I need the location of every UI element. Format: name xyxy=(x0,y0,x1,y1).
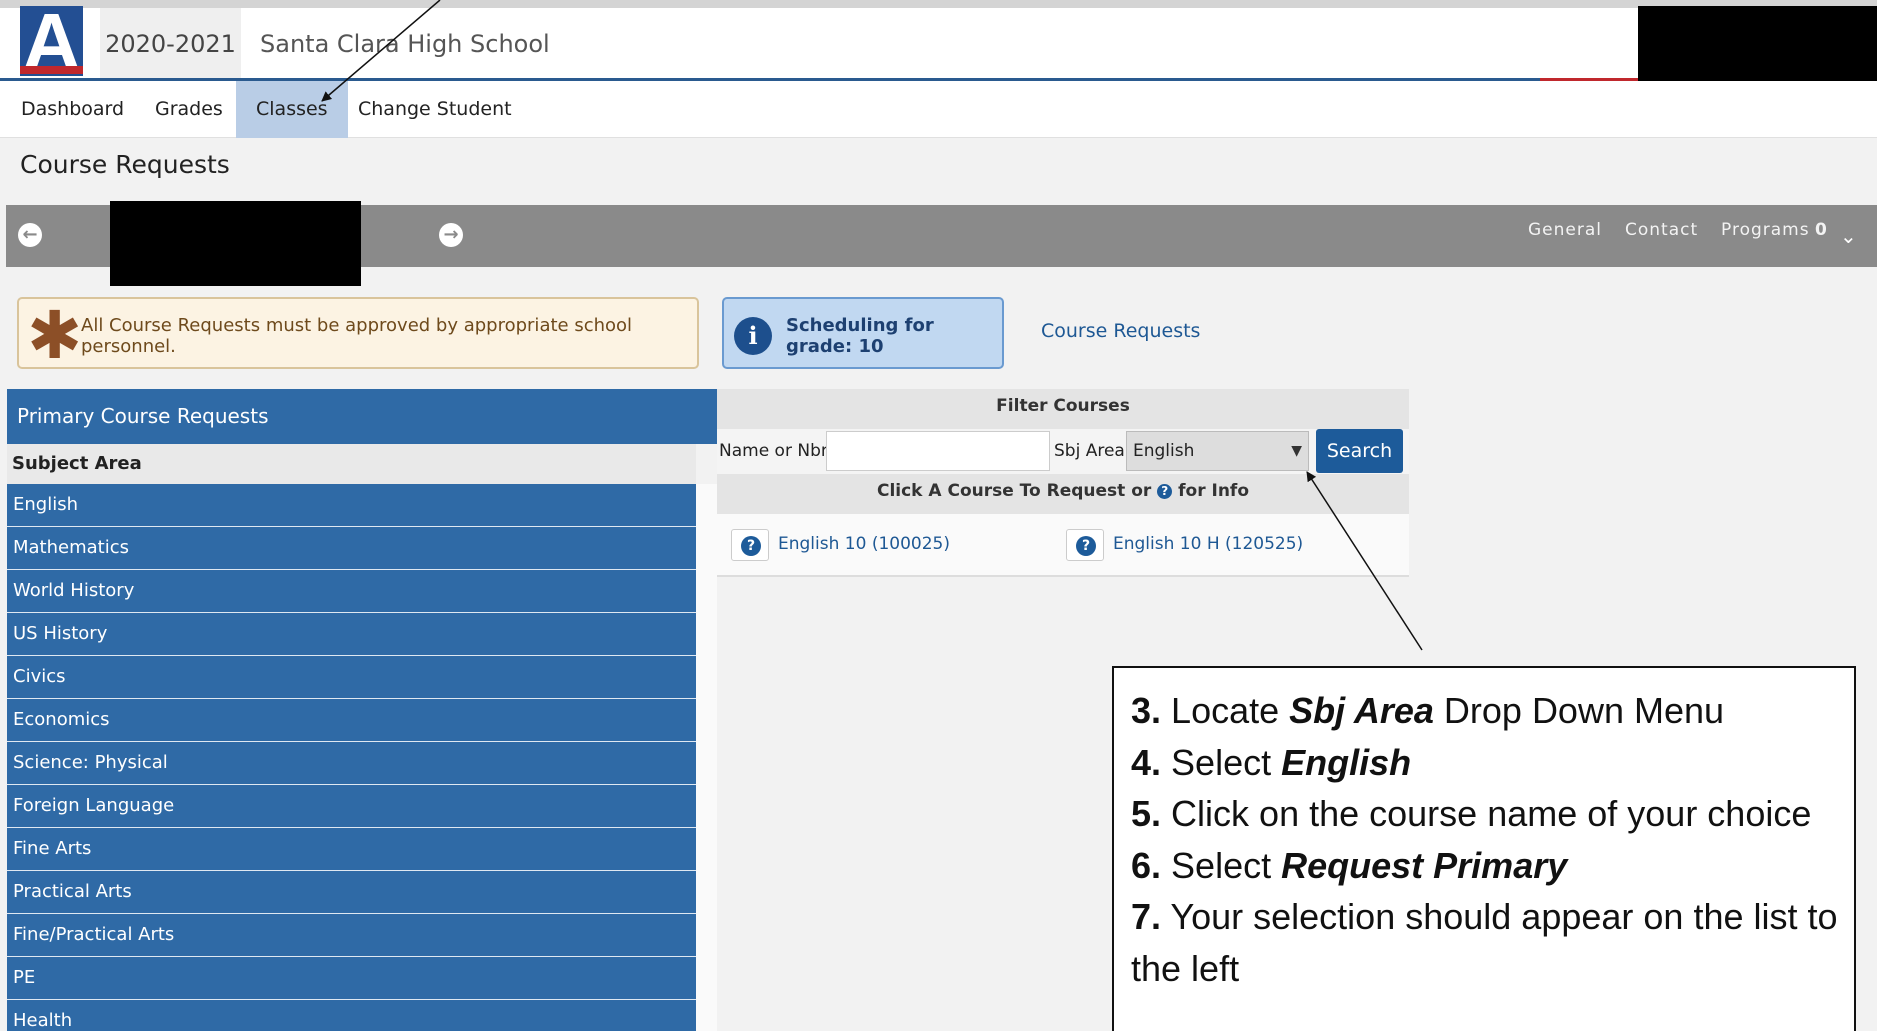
name-input[interactable] xyxy=(826,431,1050,471)
info-icon: i xyxy=(734,317,772,355)
school-year: 2020-2021 xyxy=(100,8,241,80)
programs-count: 0 xyxy=(1815,220,1828,240)
subject-item[interactable]: Civics xyxy=(7,656,696,699)
instruction-num: 4. xyxy=(1131,741,1162,783)
help-icon: ? xyxy=(1157,484,1173,499)
subject-item[interactable]: Health xyxy=(7,1000,696,1031)
instruction-num: 5. xyxy=(1131,793,1162,834)
next-student-icon[interactable]: → xyxy=(439,223,463,247)
help-icon: ? xyxy=(741,536,761,556)
click-suffix: for Info xyxy=(1178,481,1250,501)
search-button[interactable]: Search xyxy=(1316,429,1403,473)
sbj-area-select[interactable]: English ▼ xyxy=(1126,431,1309,471)
dropdown-arrow-icon: ▼ xyxy=(1291,443,1302,459)
instruction-step: 7. Your selection should appear on the l… xyxy=(1131,891,1838,994)
course-results: ? English 10 (100025) ? English 10 H (12… xyxy=(717,514,1409,577)
subject-item[interactable]: Economics xyxy=(7,699,696,742)
course-info-button[interactable]: ? xyxy=(1066,529,1104,561)
school-name: Santa Clara High School xyxy=(260,30,550,58)
instruction-pre: Click on the course name of your choice xyxy=(1171,793,1812,834)
instruction-pre: Select xyxy=(1171,844,1272,886)
instruction-num: 7. xyxy=(1131,896,1162,937)
instruction-step: 3. Locate Sbj Area Drop Down Menu xyxy=(1131,685,1838,737)
instruction-pre: Select xyxy=(1171,741,1272,783)
subject-area-header: Subject Area xyxy=(7,444,696,484)
course-info-button[interactable]: ? xyxy=(731,529,769,561)
nav-grades[interactable]: Grades xyxy=(135,81,243,138)
sbj-area-label: Sbj Area: xyxy=(1054,441,1131,461)
instruction-step: 4. Select English xyxy=(1131,737,1838,789)
main-nav: Dashboard Grades Classes Change Student xyxy=(0,81,1877,138)
prev-student-icon[interactable]: ← xyxy=(18,223,42,247)
redacted-student-name xyxy=(110,201,361,286)
course-link[interactable]: English 10 (100025) xyxy=(778,534,950,554)
nav-classes[interactable]: Classes xyxy=(236,81,348,138)
redacted-user-info xyxy=(1638,6,1877,91)
instruction-post: Drop Down Menu xyxy=(1443,690,1725,731)
logo-accent xyxy=(20,66,83,74)
tab-programs[interactable]: Programs xyxy=(1721,220,1810,240)
subject-item[interactable]: Fine Arts xyxy=(7,828,696,871)
nav-dashboard[interactable]: Dashboard xyxy=(1,81,144,138)
click-prefix: Click A Course To Request or xyxy=(876,481,1152,501)
course-requests-link[interactable]: Course Requests xyxy=(1041,320,1200,342)
instruction-box: 3. Locate Sbj Area Drop Down Menu 4. Sel… xyxy=(1112,666,1856,1031)
instruction-bold: English xyxy=(1281,741,1412,783)
grade-info: i Scheduling for grade: 10 xyxy=(722,297,1004,369)
subject-item[interactable]: PE xyxy=(7,957,696,1000)
grade-info-text: Scheduling for grade: 10 xyxy=(786,315,934,357)
name-label: Name or Nbr: xyxy=(719,441,834,461)
subject-item[interactable]: Foreign Language xyxy=(7,785,696,828)
sbj-area-value: English xyxy=(1133,441,1195,461)
instruction-num: 6. xyxy=(1131,844,1162,886)
subject-item[interactable]: Science: Physical xyxy=(7,742,696,785)
nav-change-student[interactable]: Change Student xyxy=(338,81,532,138)
subject-item[interactable]: Mathematics xyxy=(7,527,696,570)
approval-notice: ✱ All Course Requests must be approved b… xyxy=(17,297,699,369)
instruction-step: 5. Click on the course name of your choi… xyxy=(1131,788,1838,840)
filter-row: Name or Nbr: Sbj Area: English ▼ Search xyxy=(717,429,1409,474)
subject-list: English Mathematics World History US Histor… xyxy=(7,484,696,1031)
subject-item[interactable]: Fine/Practical Arts xyxy=(7,914,696,957)
page-title: Course Requests xyxy=(20,150,230,179)
instruction-bold: Request Primary xyxy=(1281,844,1568,886)
subject-list-gutter xyxy=(696,484,717,1031)
course-link[interactable]: English 10 H (120525) xyxy=(1113,534,1303,554)
subject-item[interactable]: World History xyxy=(7,570,696,613)
subject-item[interactable]: Practical Arts xyxy=(7,871,696,914)
top-strip xyxy=(0,0,1877,8)
notice-text: All Course Requests must be approved by … xyxy=(81,315,633,357)
tab-contact[interactable]: Contact xyxy=(1625,220,1698,240)
asterisk-icon: ✱ xyxy=(27,297,83,374)
instruction-pre: Locate xyxy=(1171,690,1280,731)
instruction-step: 6. Select Request Primary xyxy=(1131,840,1838,892)
primary-requests-heading: Primary Course Requests xyxy=(7,389,717,444)
click-instructions: Click A Course To Request or ? for Info xyxy=(717,474,1409,514)
subject-item[interactable]: English xyxy=(7,484,696,527)
instruction-pre: Your selection should appear on the list… xyxy=(1131,896,1838,989)
filter-courses-heading: Filter Courses xyxy=(717,389,1409,429)
subject-item[interactable]: US History xyxy=(7,613,696,656)
instruction-bold: Sbj Area xyxy=(1289,690,1434,731)
instruction-num: 3. xyxy=(1131,690,1162,731)
help-icon: ? xyxy=(1076,536,1096,556)
chevron-down-icon[interactable]: ⌄ xyxy=(1840,224,1857,248)
tab-general[interactable]: General xyxy=(1528,220,1602,240)
